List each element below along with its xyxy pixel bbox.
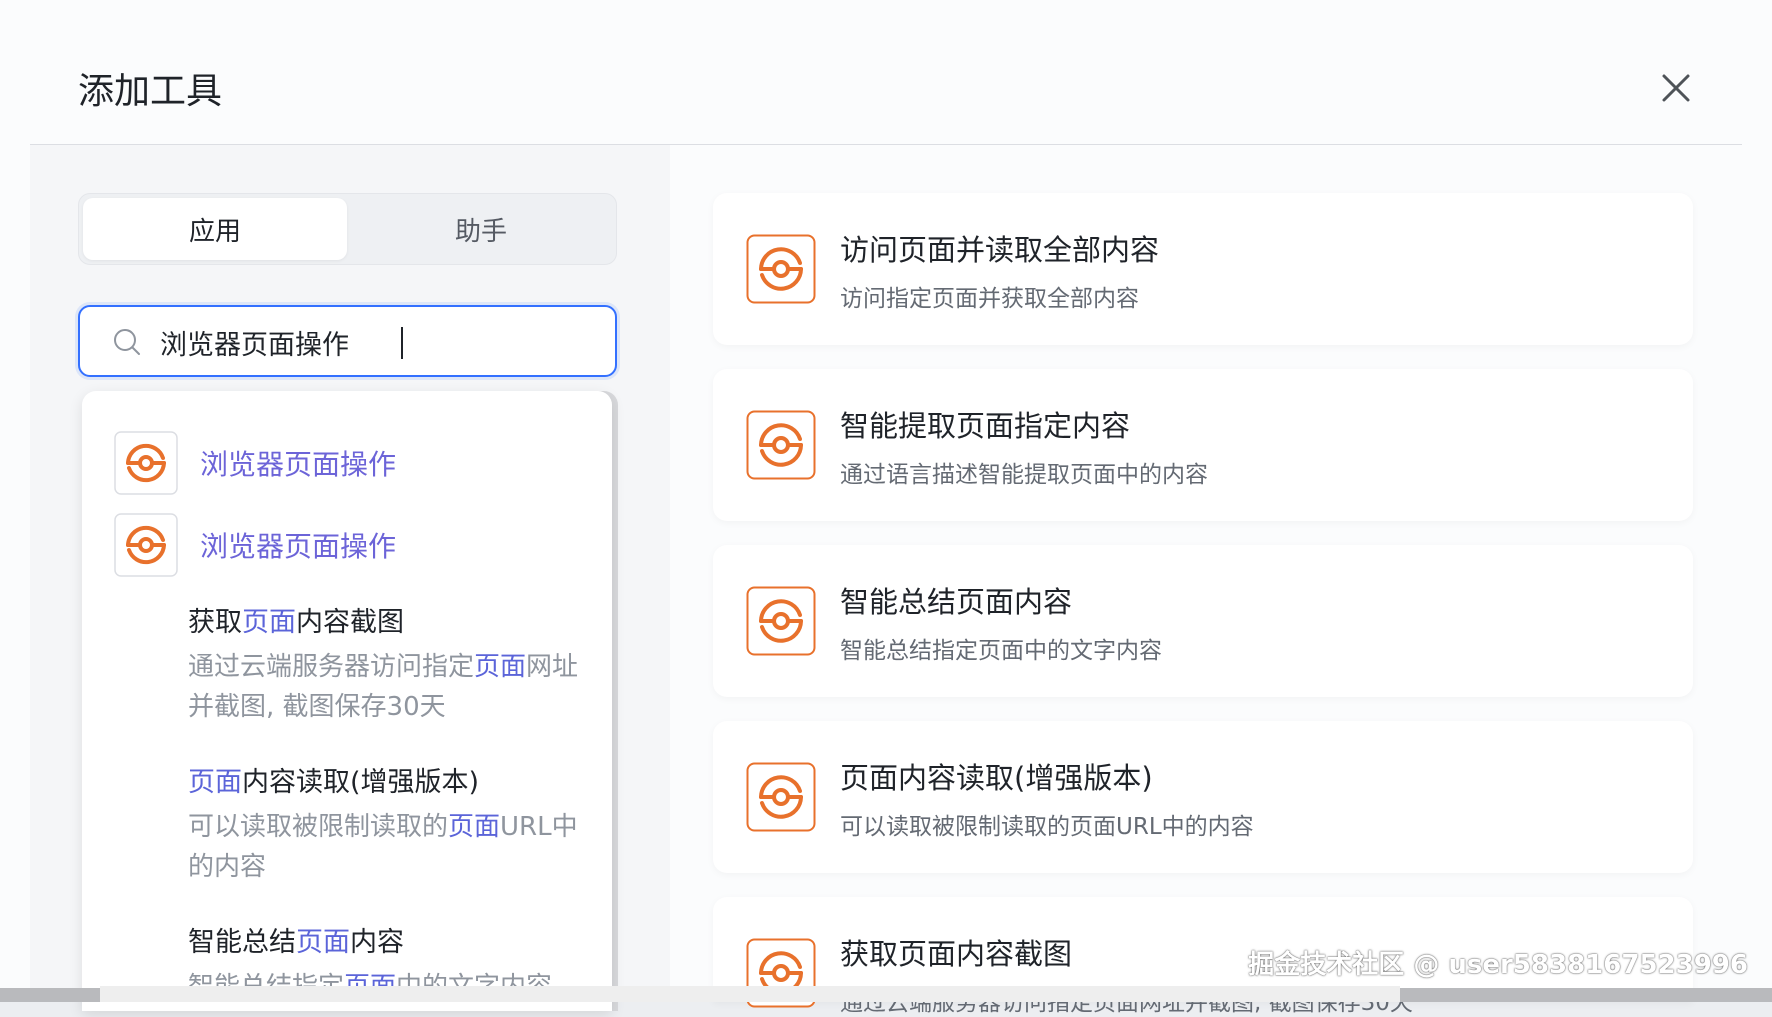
browser-tool-logo-icon	[746, 762, 816, 832]
suggestion-tool[interactable]: 获取页面内容截图 通过云端服务器访问指定页面网址并截图, 截图保存30天	[188, 605, 588, 727]
search-suggestions-dropdown: 浏览器页面操作 浏览器页面操作 获取页面内容截图 通过云端服务器访问指定页面网址…	[82, 391, 612, 1011]
left-panel: 应用 助手 浏览器页面操作 浏览器页面操作 浏览器页面操作 获取页面内容截图 通…	[30, 145, 670, 1011]
tool-card-title: 访问页面并读取全部内容	[840, 233, 1160, 267]
tool-card[interactable]: 访问页面并读取全部内容 访问指定页面并获取全部内容	[713, 193, 1693, 345]
tool-card[interactable]: 页面内容读取(增强版本) 可以读取被限制读取的页面URL中的内容	[713, 721, 1693, 873]
browser-tool-logo-icon	[746, 410, 816, 480]
suggestion-app-label: 浏览器页面操作	[200, 448, 397, 481]
watermark: 掘金技术社区 @ user5838167523996	[1248, 950, 1748, 980]
search-box[interactable]	[78, 305, 617, 377]
suggestion-tool-desc: 通过云端服务器访问指定页面网址并截图, 截图保存30天	[188, 652, 579, 722]
tool-card-desc: 通过语言描述智能提取页面中的内容	[840, 462, 1208, 488]
suggestion-app[interactable]: 浏览器页面操作	[114, 513, 396, 577]
tab-apps[interactable]: 应用	[83, 198, 347, 260]
tool-card-title: 智能提取页面指定内容	[840, 409, 1131, 443]
text-caret	[401, 327, 403, 359]
tool-card-title: 智能总结页面内容	[840, 585, 1073, 619]
close-button[interactable]	[1654, 66, 1698, 110]
suggestion-tool-desc: 可以读取被限制读取的页面URL中的内容	[188, 812, 578, 882]
suggestion-app[interactable]: 浏览器页面操作	[114, 431, 396, 495]
tool-card-desc: 可以读取被限制读取的页面URL中的内容	[840, 814, 1254, 840]
suggestion-tool-name: 智能总结页面内容	[188, 927, 404, 958]
tool-card[interactable]: 智能总结页面内容 智能总结指定页面中的文字内容	[713, 545, 1693, 697]
add-tool-modal: 添加工具 应用 助手 浏览器页面操作 浏览器页面操作 浏览器页面操作 获取页面内…	[0, 0, 1772, 1016]
tab-assistants[interactable]: 助手	[349, 198, 613, 260]
suggestion-app-label: 浏览器页面操作	[200, 530, 397, 563]
tool-card-desc: 智能总结指定页面中的文字内容	[840, 638, 1162, 664]
tool-card[interactable]: 智能提取页面指定内容 通过语言描述智能提取页面中的内容	[713, 369, 1693, 521]
tool-card-title: 页面内容读取(增强版本)	[840, 761, 1153, 795]
suggestion-tool-name: 获取页面内容截图	[188, 607, 404, 638]
tool-list: 访问页面并读取全部内容 访问指定页面并获取全部内容 智能提取页面指定内容 通过语…	[670, 145, 1772, 1016]
modal-header: 添加工具	[30, 0, 1742, 145]
browser-tool-logo-icon	[746, 234, 816, 304]
background-window-strip-light	[100, 986, 1400, 1002]
tab-switcher: 应用 助手	[78, 193, 617, 265]
suggestion-tool[interactable]: 页面内容读取(增强版本) 可以读取被限制读取的页面URL中的内容	[188, 765, 588, 887]
search-icon	[114, 329, 140, 355]
browser-tool-logo-icon	[114, 431, 178, 495]
close-icon	[1662, 74, 1690, 102]
browser-tool-logo-icon	[114, 513, 178, 577]
browser-tool-logo-icon	[746, 586, 816, 656]
tool-card-desc: 访问指定页面并获取全部内容	[840, 286, 1139, 312]
tool-card-title: 获取页面内容截图	[840, 937, 1073, 971]
suggestion-tool-name: 页面内容读取(增强版本)	[188, 767, 480, 798]
modal-title: 添加工具	[78, 71, 223, 112]
search-input[interactable]	[158, 321, 592, 363]
